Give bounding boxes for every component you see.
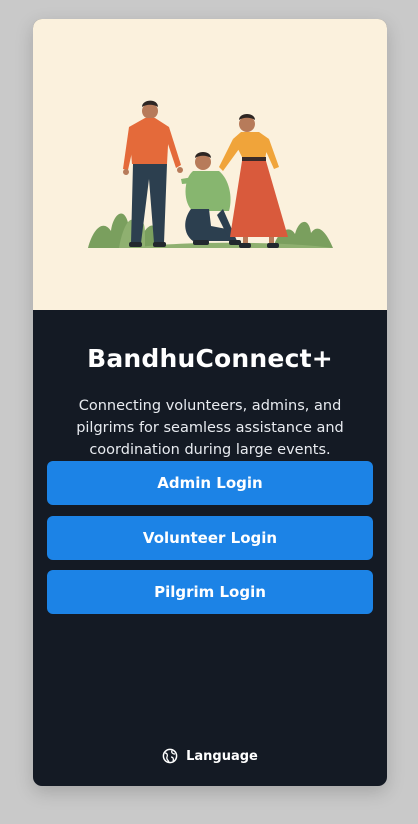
hero-illustration xyxy=(33,19,387,310)
login-card: BandhuConnect+ Connecting volunteers, ad… xyxy=(33,19,387,786)
login-content: BandhuConnect+ Connecting volunteers, ad… xyxy=(33,310,387,786)
language-selector[interactable]: Language xyxy=(33,748,387,764)
volunteer-login-button[interactable]: Volunteer Login xyxy=(47,516,373,560)
admin-login-button[interactable]: Admin Login xyxy=(47,461,373,505)
people-helping-illustration xyxy=(88,100,333,248)
app-title: BandhuConnect+ xyxy=(87,344,333,373)
language-label: Language xyxy=(186,748,258,764)
app-tagline: Connecting volunteers, admins, and pilgr… xyxy=(76,398,344,458)
globe-icon xyxy=(162,748,178,764)
pilgrim-login-button[interactable]: Pilgrim Login xyxy=(47,570,373,614)
